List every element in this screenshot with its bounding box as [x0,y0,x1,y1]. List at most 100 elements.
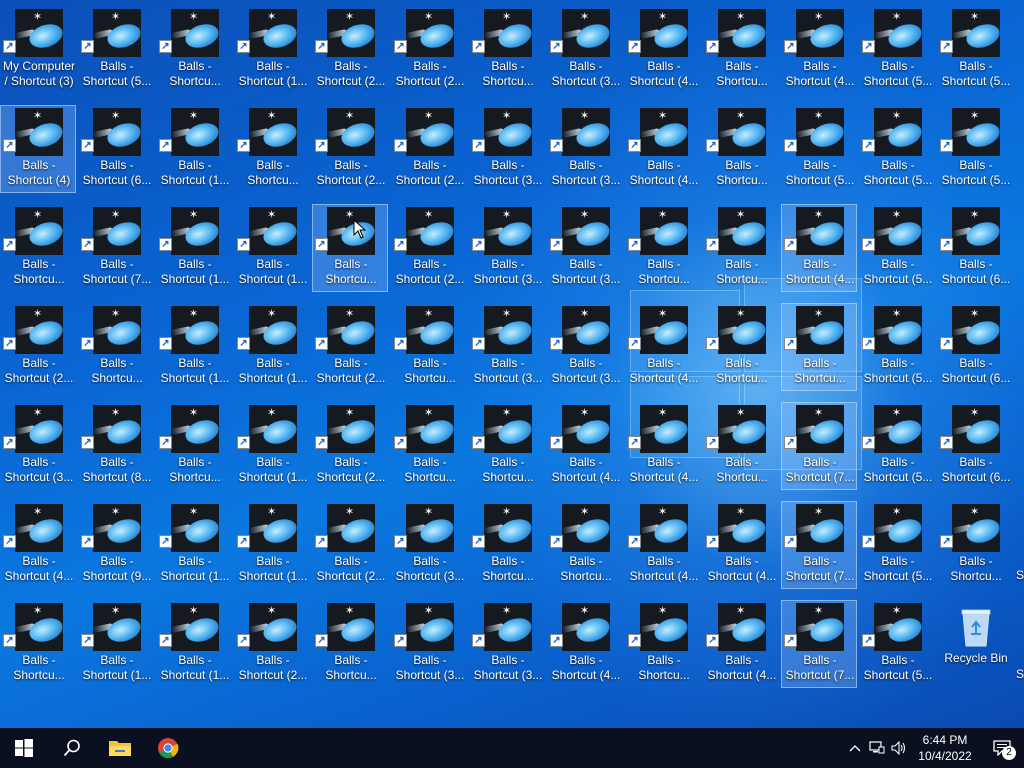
desktop-shortcut-icon[interactable]: ✶ ↗ Balls - Shortcu... [625,600,701,688]
desktop-shortcut-icon[interactable]: ✶ ↗ Balls - Shortcu... [703,105,779,193]
desktop-shortcut-icon[interactable]: ✶ ↗ Balls - Shortcut (2... [312,402,388,490]
desktop-shortcut-icon[interactable]: ✶ ↗ Balls - Shortcut (3... [547,105,623,193]
desktop-shortcut-icon[interactable]: ✶ ↗ Balls - Shortcut (3... [469,204,545,292]
desktop-shortcut-icon[interactable]: ✶ ↗ Balls - Shortcu... [547,501,623,589]
desktop-shortcut-icon[interactable]: ✶ ↗ Balls - Shortcut (3... [469,105,545,193]
desktop-shortcut-icon[interactable]: ✶ ↗ Balls - Shortcu... [0,204,76,292]
desktop-shortcut-icon[interactable]: ✶ ↗ Balls - Shortcut (9... [78,501,154,589]
desktop-shortcut-icon[interactable]: ✶ ↗ Balls - Shortcut (4... [781,6,857,94]
desktop-shortcut-icon[interactable]: ✶ ↗ Balls - Shortcu... [312,600,388,688]
desktop-shortcut-icon[interactable]: ✶ ↗ Balls - Shortcu... [625,204,701,292]
desktop-shortcut-icon[interactable]: ✶ ↗ Balls - Shortcu... [937,501,1013,589]
desktop-shortcut-icon[interactable]: ✶ ↗ My Computer / Shortcut (3) [0,6,76,94]
search-button[interactable] [48,728,96,768]
desktop-shortcut-icon[interactable]: ✶ ↗ Balls - Shortcut (5... [859,6,935,94]
desktop-shortcut-icon[interactable]: ✶ ↗ Balls - Shortcut (3... [391,501,467,589]
desktop-shortcut-icon[interactable]: ✶ ↗ Balls - Shortcut (5... [859,204,935,292]
desktop-shortcut-icon[interactable]: ✶ ↗ Balls - Shortcut (1... [156,501,232,589]
desktop-shortcut-icon[interactable]: ✶ ↗ Balls - Shortcut (1... [156,105,232,193]
action-center-button[interactable]: 2 [980,728,1024,768]
desktop-shortcut-icon[interactable]: ✶ ↗ Balls - Shortcut (8... [78,402,154,490]
desktop-shortcut-icon[interactable]: ✶ ↗ Balls - Shortcut (2... [234,600,310,688]
desktop-shortcut-icon[interactable]: ✶ ↗ Balls - Shortcut (4... [0,501,76,589]
desktop-shortcut-icon[interactable]: ✶ ↗ Balls - Shortcut (5... [859,402,935,490]
desktop-shortcut-icon[interactable]: ✶ ↗ Balls - Shortcu... [703,303,779,391]
desktop-shortcut-icon[interactable]: ✶ ↗ Balls - Shortcut (3... [547,6,623,94]
desktop-shortcut-icon[interactable]: ✶ ↗ Balls - Shortcut (4... [625,303,701,391]
network-icon[interactable] [866,728,888,768]
desktop-shortcut-icon[interactable]: ✶ ↗ Balls - Shortcut (6... [78,105,154,193]
desktop-shortcut-icon[interactable]: ✶ ↗ Balls - Shortcu... [312,204,388,292]
desktop-shortcut-icon[interactable]: ✶ ↗ Balls - Shortcu... [234,105,310,193]
desktop-shortcut-icon[interactable]: ✶ ↗ Balls - Shortcut (4... [625,6,701,94]
chrome-button[interactable] [144,728,192,768]
recycle-bin-icon-item[interactable]: Recycle Bin [937,600,1013,688]
desktop-shortcut-icon[interactable]: ✶ ↗ Balls - Shortcut (4... [781,204,857,292]
desktop-shortcut-icon[interactable]: ✶ ↗ Balls - Shortcut (2... [312,105,388,193]
desktop-shortcut-icon[interactable]: ✶ ↗ Balls - Shortcut (2... [391,6,467,94]
desktop-shortcut-icon[interactable]: ✶ ↗ Balls - Shortcu... [156,6,232,94]
clock[interactable]: 6:44 PM 10/4/2022 [910,732,980,764]
desktop-shortcut-icon[interactable]: ✶ ↗ Balls - Shortcu... [469,6,545,94]
show-hidden-icons-chevron-icon[interactable] [844,728,866,768]
desktop-shortcut-icon[interactable]: ✶ ↗ Balls - Shortcut (1... [156,204,232,292]
volume-icon[interactable] [888,728,910,768]
desktop-shortcut-icon[interactable]: ✶ ↗ Balls - Shortcu... [78,303,154,391]
desktop-shortcut-icon[interactable]: ✶ ↗ Balls - Shortcu... [0,600,76,688]
desktop-shortcut-icon[interactable]: ✶ ↗ Balls - Shortcut (1... [156,600,232,688]
desktop-shortcut-icon[interactable]: ✶ ↗ Balls - Shortcut (2... [312,303,388,391]
desktop-shortcut-icon[interactable]: ✶ ↗ Balls - Shortcut (5... [859,600,935,688]
desktop-shortcut-icon[interactable]: ✶ ↗ Balls - Shortcu... [781,303,857,391]
desktop-shortcut-icon[interactable]: ✶ ↗ Balls - Shortcut (7... [781,600,857,688]
desktop-shortcut-icon[interactable]: ✶ ↗ Balls - Shortcut (2... [391,105,467,193]
desktop-shortcut-icon[interactable]: ✶ ↗ Balls - Shortcut (4... [547,402,623,490]
desktop-shortcut-icon[interactable]: ✶ ↗ Balls - Shortcut (2... [391,204,467,292]
desktop-shortcut-icon[interactable]: ✶ ↗ Balls - Shortcut (7... [781,402,857,490]
desktop-shortcut-icon[interactable]: ✶ ↗ Balls - Shortcut (3... [469,600,545,688]
desktop-shortcut-icon[interactable]: ✶ ↗ Balls - Shortcut (5... [859,303,935,391]
desktop-shortcut-icon[interactable]: ✶ ↗ Balls - Shortcut (4) [0,105,76,193]
desktop-shortcut-icon[interactable]: ✶ ↗ Balls - Shortcut (4... [547,600,623,688]
desktop-shortcut-icon[interactable]: ✶ ↗ Balls - Shortcu... [156,402,232,490]
desktop-shortcut-icon[interactable]: ✶ ↗ Balls - Shortcut (3... [0,402,76,490]
desktop-shortcut-icon[interactable]: ✶ ↗ Balls - Shortcu... [469,402,545,490]
desktop-shortcut-icon[interactable]: ✶ ↗ Balls - Shortcut (5... [937,6,1013,94]
desktop-shortcut-icon[interactable]: ✶ ↗ Balls - Shortcut (5... [937,105,1013,193]
desktop-shortcut-icon[interactable]: ✶ ↗ Balls - Shortcut (1... [234,501,310,589]
desktop-shortcut-icon[interactable]: ✶ ↗ Balls - Shortcu... [703,402,779,490]
desktop-shortcut-icon[interactable]: ✶ ↗ Balls - Shortcut (5... [859,105,935,193]
desktop-shortcut-icon[interactable]: ✶ ↗ Balls - Shortcut (3... [391,600,467,688]
desktop-shortcut-icon[interactable]: ✶ ↗ Balls - Shortcu... [469,501,545,589]
desktop-shortcut-icon[interactable]: ✶ ↗ Balls - Shortcut (4... [625,501,701,589]
desktop-shortcut-icon[interactable]: ✶ ↗ Balls - Shortcut (6... [937,204,1013,292]
desktop-shortcut-icon[interactable]: ✶ ↗ Balls - Shortcut (4... [625,402,701,490]
desktop-shortcut-icon[interactable]: ✶ ↗ Balls - Shortcut (4... [625,105,701,193]
desktop-shortcut-icon[interactable]: ✶ ↗ Balls - Shortcut (3... [469,303,545,391]
desktop-shortcut-icon[interactable]: ✶ ↗ Balls - Shortcut (5... [859,501,935,589]
desktop-shortcut-icon[interactable]: ✶ ↗ Balls - Shortcut (2... [0,303,76,391]
desktop-shortcut-icon[interactable]: ✶ ↗ Balls - Shortcu... [703,6,779,94]
desktop-shortcut-icon[interactable]: ✶ ↗ Balls - Shortcu... [391,303,467,391]
desktop-shortcut-icon[interactable]: ✶ ↗ Balls - Shortcu... [703,204,779,292]
desktop-shortcut-icon[interactable]: ✶ ↗ Balls - Shortcut (3... [547,303,623,391]
desktop-shortcut-icon[interactable]: ✶ ↗ Balls - Shortcut (2... [312,6,388,94]
file-explorer-button[interactable] [96,728,144,768]
desktop-shortcut-icon[interactable]: ✶ ↗ Balls - Shortcu... [391,402,467,490]
desktop-shortcut-icon[interactable]: ✶ ↗ Balls - Shortcut (6... [937,402,1013,490]
desktop-shortcut-icon[interactable]: ✶ ↗ Balls - Shortcut (1... [234,6,310,94]
desktop-shortcut-icon[interactable]: ✶ ↗ Balls - Shortcut (7... [781,501,857,589]
desktop-shortcut-icon[interactable]: ✶ ↗ Balls - Shortcut (5... [781,105,857,193]
desktop-shortcut-icon[interactable]: ✶ ↗ Balls - Shortcut (4... [703,600,779,688]
desktop-shortcut-icon[interactable]: ✶ ↗ Balls - Shortcut (2... [312,501,388,589]
desktop-shortcut-icon[interactable]: ✶ ↗ Balls - Shortcut (7... [78,204,154,292]
desktop-shortcut-icon[interactable]: ✶ ↗ Balls - Shortcut (1... [234,204,310,292]
desktop-shortcut-icon[interactable]: ✶ ↗ Balls - Shortcut (1... [234,303,310,391]
desktop-shortcut-icon[interactable]: ✶ ↗ Balls - Shortcut (5... [78,6,154,94]
desktop-shortcut-icon[interactable]: ✶ ↗ Balls - Shortcut (1... [156,303,232,391]
desktop-shortcut-icon[interactable]: ✶ ↗ Balls - Shortcut (1... [234,402,310,490]
desktop-shortcut-icon[interactable]: ✶ ↗ Balls - Shortcut (6... [937,303,1013,391]
start-button[interactable] [0,728,48,768]
desktop-shortcut-icon[interactable]: ✶ ↗ Balls - Shortcut (4... [703,501,779,589]
desktop-shortcut-icon[interactable]: ✶ ↗ Balls - Shortcut (3... [547,204,623,292]
desktop-shortcut-icon[interactable]: ✶ ↗ Balls - Shortcut (1... [78,600,154,688]
